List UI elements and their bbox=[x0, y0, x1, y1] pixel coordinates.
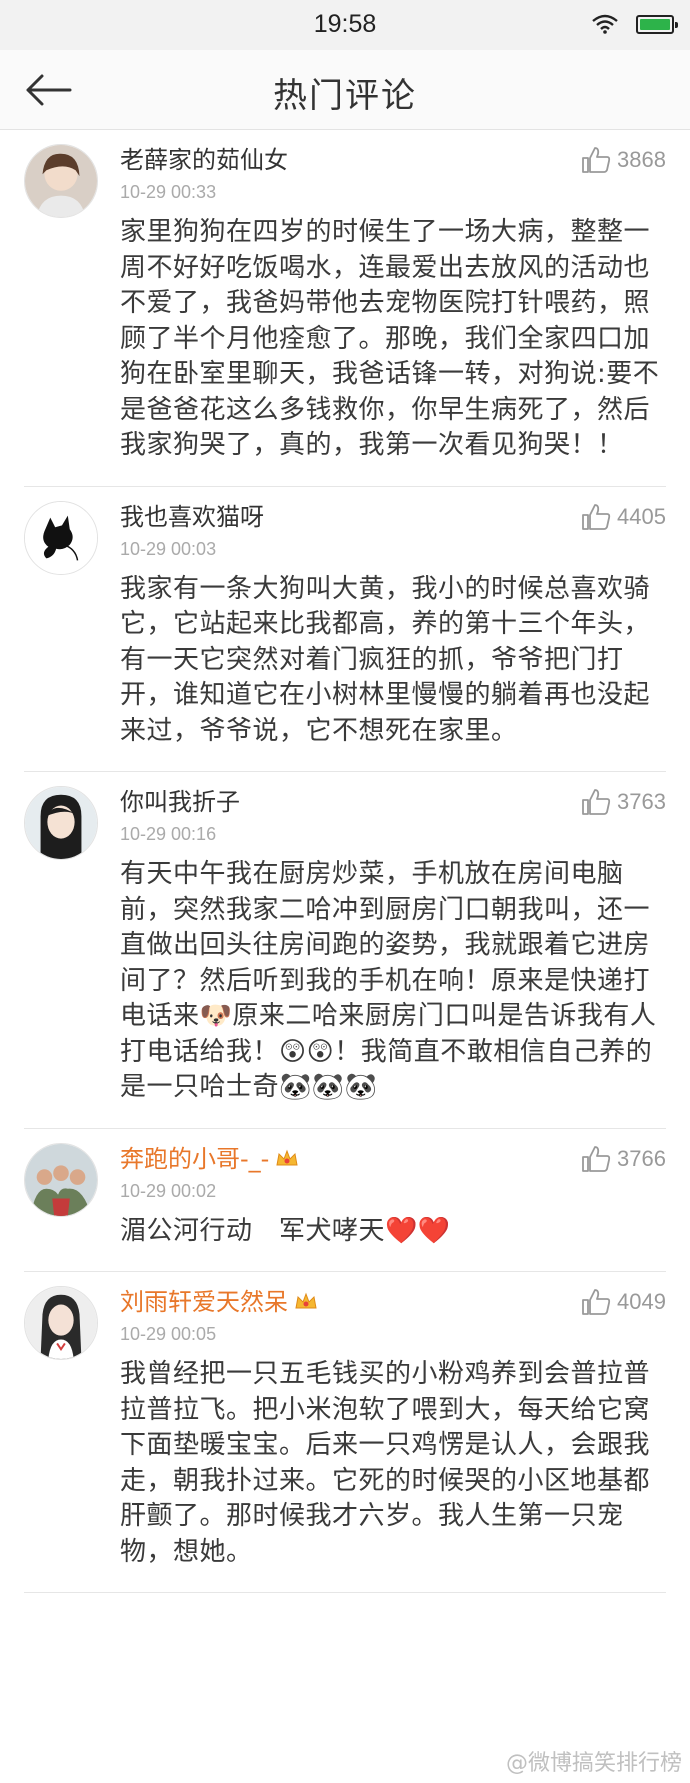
comment-time: 10-29 00:16 bbox=[120, 824, 217, 844]
comment-text: 我曾经把一只五毛钱买的小粉鸡养到会普拉普拉普拉飞。把小米泡软了喂到大，每天给它窝… bbox=[120, 1359, 651, 1567]
comment-list: 老薛家的茹仙女 3868 10-29 00:33 家里狗狗在四岁的时候生了一场大… bbox=[0, 130, 690, 1593]
like-count: 3763 bbox=[617, 789, 666, 814]
comment-text: 湄公河行动 军犬哮天❤️❤️ bbox=[120, 1215, 451, 1246]
user-name[interactable]: 你叫我折子 bbox=[120, 784, 240, 820]
comment-time: 10-29 00:02 bbox=[120, 1180, 217, 1201]
avatar[interactable] bbox=[24, 500, 98, 575]
avatar[interactable] bbox=[24, 1142, 98, 1217]
watermark: @微博搞笑排行榜 bbox=[505, 1751, 682, 1776]
nav-bar: 热门评论 bbox=[0, 50, 690, 130]
comment-text: 家里狗狗在四岁的时候生了一场大病，整整一周不好好吃饭喝水，连最爱出去放风的活动也… bbox=[120, 217, 660, 460]
comment-item: 你叫我折子 3763 10-29 00:16 有天中午我在厨房炒菜，手机放在房间… bbox=[24, 772, 666, 1129]
user-name[interactable]: 刘雨轩爱天然呆 bbox=[120, 1284, 288, 1320]
like-count: 3766 bbox=[617, 1145, 666, 1171]
comment-time: 10-29 00:03 bbox=[120, 538, 217, 559]
like-button[interactable]: 4049 bbox=[581, 1288, 666, 1316]
comment-text: 有天中午我在厨房炒菜，手机放在房间电脑前，突然我家二哈冲到厨房门口朝我叫，还一直… bbox=[120, 859, 657, 1102]
vip-crown-icon bbox=[276, 1149, 298, 1165]
status-bar: 19:58 bbox=[0, 0, 690, 50]
comment-item: 奔跑的小哥-_- 3766 10-29 00:02 湄公河行动 军犬哮天❤️❤️ bbox=[24, 1129, 666, 1272]
user-name[interactable]: 我也喜欢猫呀 bbox=[120, 499, 264, 535]
like-count: 3868 bbox=[617, 147, 666, 172]
user-name[interactable]: 老薛家的茹仙女 bbox=[120, 142, 288, 178]
battery-icon bbox=[636, 14, 678, 34]
avatar[interactable] bbox=[24, 144, 98, 218]
like-count: 4049 bbox=[617, 1289, 666, 1314]
comment-time: 10-29 00:33 bbox=[120, 182, 217, 202]
page-title: 热门评论 bbox=[273, 76, 417, 116]
thumbs-up-icon bbox=[582, 789, 611, 815]
avatar[interactable] bbox=[24, 786, 98, 860]
comment-time: 10-29 00:05 bbox=[120, 1324, 217, 1344]
like-button[interactable]: 3766 bbox=[581, 1145, 666, 1173]
like-button[interactable]: 4405 bbox=[581, 503, 666, 531]
like-button[interactable]: 3868 bbox=[581, 146, 666, 174]
vip-crown-icon bbox=[295, 1292, 317, 1309]
status-icons bbox=[592, 14, 678, 34]
comment-item: 我也喜欢猫呀 4405 10-29 00:03 我家有一条大狗叫大黄，我小的时候… bbox=[24, 487, 666, 772]
thumbs-up-icon bbox=[582, 147, 611, 173]
comment-item: 老薛家的茹仙女 3868 10-29 00:33 家里狗狗在四岁的时候生了一场大… bbox=[24, 130, 666, 487]
status-time: 19:58 bbox=[313, 10, 377, 38]
comment-item: 刘雨轩爱天然呆 4049 10-29 00:05 我曾经把一只五毛钱买的小粉鸡养… bbox=[24, 1272, 666, 1593]
comment-text: 我家有一条大狗叫大黄，我小的时候总喜欢骑它，它站起来比我都高，养的第十三个年头，… bbox=[120, 573, 651, 746]
wifi-icon bbox=[592, 14, 618, 34]
thumbs-up-icon bbox=[582, 1145, 611, 1172]
avatar[interactable] bbox=[24, 1286, 98, 1360]
thumbs-up-icon bbox=[582, 503, 611, 530]
like-count: 4405 bbox=[617, 503, 666, 529]
thumbs-up-icon bbox=[582, 1289, 611, 1315]
like-button[interactable]: 3763 bbox=[581, 788, 666, 816]
user-name[interactable]: 奔跑的小哥-_- bbox=[120, 1141, 269, 1177]
